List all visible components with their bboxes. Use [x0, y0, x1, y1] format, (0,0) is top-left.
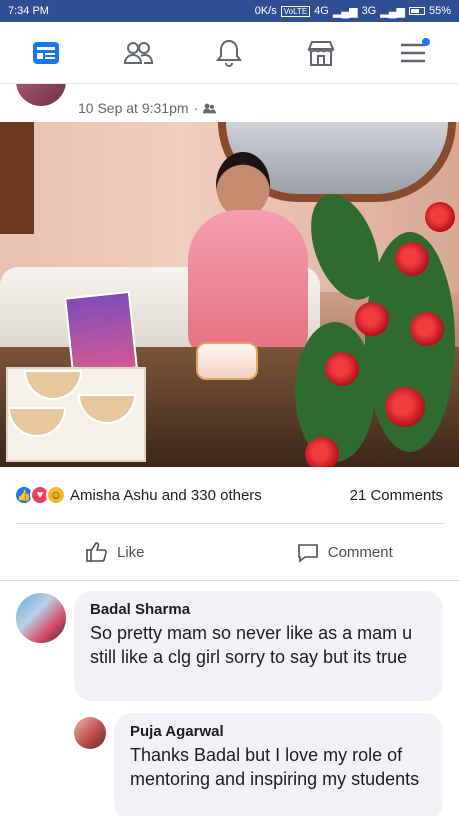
post-header: 10 Sep at 9:31pm ·	[0, 84, 459, 122]
battery-icon	[408, 7, 425, 15]
status-time: 7:34 PM	[8, 5, 49, 17]
post-meta[interactable]: 10 Sep at 9:31pm ·	[78, 100, 217, 116]
like-label: Like	[116, 543, 145, 561]
comment-button[interactable]: Comment	[230, 540, 459, 564]
reactions-row: 👍 ♥ ☺ Amisha Ashu and 330 others 21 Comm…	[0, 467, 459, 523]
marketplace-icon[interactable]	[298, 30, 344, 76]
author-avatar[interactable]	[16, 84, 66, 106]
network-speed: 0K/s	[254, 5, 277, 17]
comments-count[interactable]: 21 Comments	[350, 487, 443, 504]
reply-text: Thanks Badal but I love my role of mento…	[130, 745, 420, 789]
news-feed-icon[interactable]	[23, 30, 69, 76]
thumbs-up-icon	[86, 542, 107, 562]
post-timestamp[interactable]: 10 Sep at 9:31pm	[78, 100, 189, 116]
reaction-icons: 👍 ♥ ☺	[14, 485, 66, 505]
comment-text: So pretty mam so never like as a mam u s…	[90, 623, 413, 667]
status-bar: 7:34 PM 0K/s VoLTE 4G ▂▄▆ 3G ▂▄▆ 55%	[0, 0, 459, 22]
signal-icon: ▂▄▆	[332, 5, 358, 18]
friends-icon[interactable]	[115, 30, 161, 76]
comment-label: Comment	[327, 543, 393, 561]
separator-dot: ·	[193, 100, 199, 116]
comment-item: Badal Sharma So pretty mam so never like…	[0, 581, 459, 816]
commenter-avatar[interactable]	[16, 593, 66, 643]
comment-icon	[297, 544, 318, 563]
signal-icon-2: ▂▄▆	[380, 5, 405, 18]
reactions-text: Amisha Ashu and 330 others	[70, 486, 262, 504]
volte-icon: VoLTE	[280, 5, 311, 17]
replier-name[interactable]: Puja Agarwal	[130, 723, 427, 740]
notifications-bell-icon[interactable]	[206, 30, 252, 76]
signal-3g: 3G	[361, 5, 377, 17]
signal-4g: 4G	[314, 5, 329, 17]
reactions-summary[interactable]: 👍 ♥ ☺ Amisha Ashu and 330 others	[14, 485, 262, 505]
battery-level: 55%	[428, 5, 451, 17]
menu-icon[interactable]	[390, 30, 436, 76]
status-indicators: 0K/s VoLTE 4G ▂▄▆ 3G ▂▄▆ 55%	[255, 5, 451, 18]
post-photo[interactable]	[0, 122, 459, 467]
comment-bubble[interactable]: Badal Sharma So pretty mam so never like…	[74, 591, 443, 701]
top-nav	[0, 22, 459, 84]
reply-bubble[interactable]: Puja Agarwal Thanks Badal but I love my …	[114, 713, 443, 816]
post-actions: Like Comment	[0, 524, 459, 580]
birthday-cake	[196, 342, 258, 380]
menu-notification-dot	[422, 37, 431, 46]
wow-reaction-icon: ☺	[46, 485, 66, 505]
reply-avatar[interactable]	[74, 717, 106, 749]
like-button[interactable]: Like	[0, 540, 230, 564]
friends-audience-icon	[203, 103, 217, 113]
birthday-card	[64, 290, 138, 376]
commenter-name[interactable]: Badal Sharma	[90, 601, 427, 618]
rose-bouquet	[295, 185, 459, 467]
